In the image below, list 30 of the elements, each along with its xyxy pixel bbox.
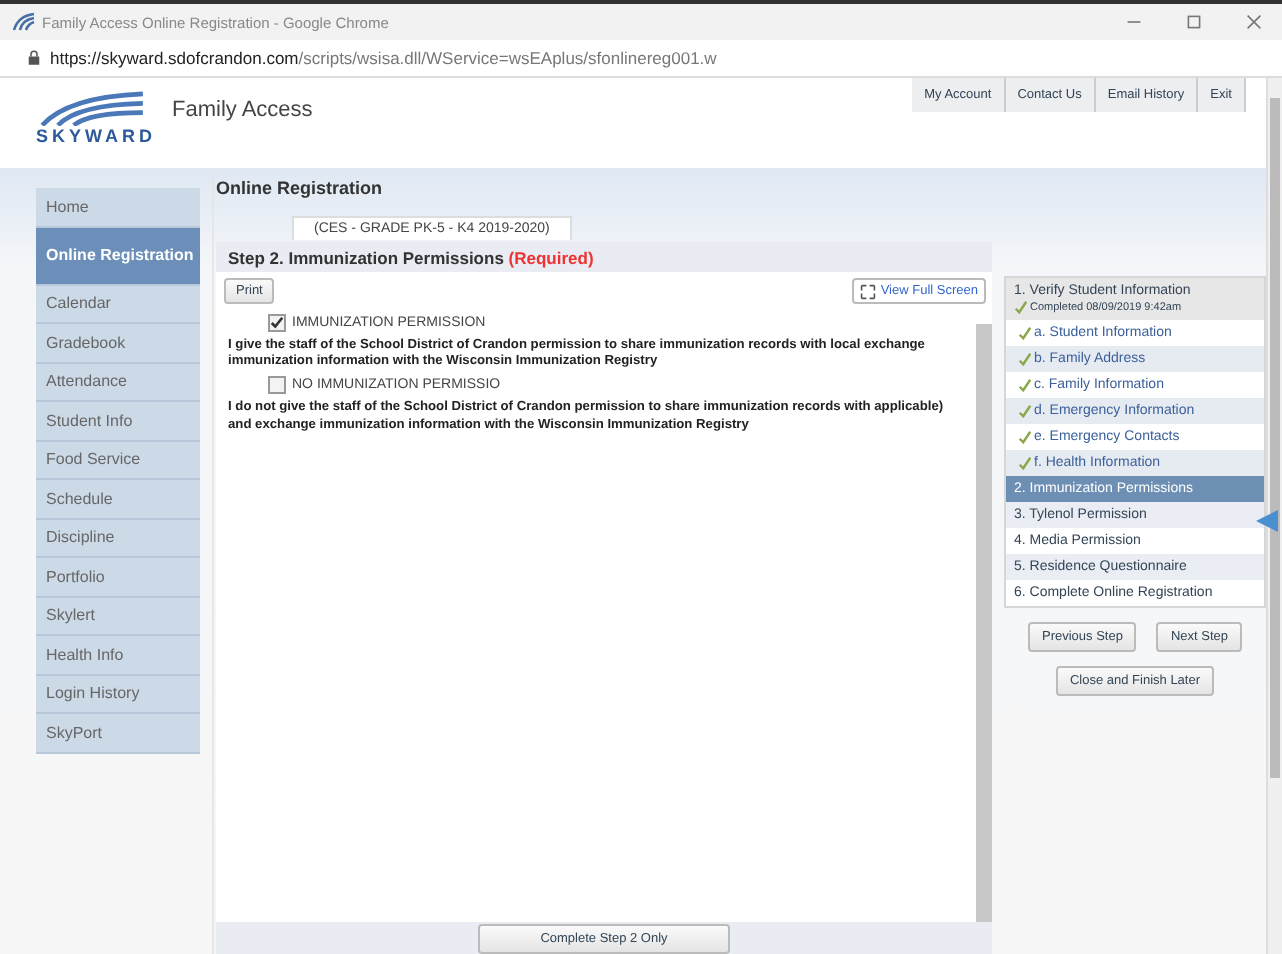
- nav-item[interactable]: SkyPort: [36, 714, 200, 753]
- nav-item[interactable]: Student Info: [36, 402, 200, 441]
- nav-item[interactable]: Health Info: [36, 636, 200, 675]
- nav-item[interactable]: Gradebook: [36, 324, 200, 363]
- step-title: Step 2. Immunization Permissions (Required): [228, 247, 594, 267]
- maximize-icon[interactable]: [1186, 14, 1202, 30]
- logo-text: SKYWARD: [36, 126, 157, 146]
- lock-icon: [28, 50, 40, 66]
- close-icon[interactable]: [1246, 14, 1262, 30]
- app-name: Family Access: [172, 98, 313, 122]
- nav-item[interactable]: Portfolio: [36, 558, 200, 597]
- nav-item[interactable]: Schedule: [36, 480, 200, 519]
- nav-item[interactable]: Calendar: [36, 285, 200, 324]
- expand-icon: [860, 283, 877, 299]
- nav-item[interactable]: Login History: [36, 675, 200, 714]
- page-title: Online Registration: [216, 178, 385, 198]
- scrollbar[interactable]: [976, 324, 992, 922]
- nav-item[interactable]: Food Service: [36, 441, 200, 480]
- app-icon: [12, 12, 36, 32]
- checkbox[interactable]: [268, 376, 286, 395]
- nav-item[interactable]: Skylert: [36, 597, 200, 636]
- pointer-arrow-icon: [1256, 510, 1278, 532]
- checkbox[interactable]: [268, 314, 286, 332]
- nav-item[interactable]: Discipline: [36, 519, 200, 558]
- page-scrollbar[interactable]: [1266, 78, 1282, 954]
- nav-item[interactable]: Home: [36, 188, 200, 227]
- nav-item[interactable]: Attendance: [36, 363, 200, 402]
- check-icon: [1014, 300, 1028, 314]
- url-text[interactable]: https://skyward.sdofcrandon.com/scripts/wsisa.dll/WService=wsEAplus/sfonlinereg001.w: [50, 48, 717, 68]
- swoosh-icon: [36, 90, 146, 126]
